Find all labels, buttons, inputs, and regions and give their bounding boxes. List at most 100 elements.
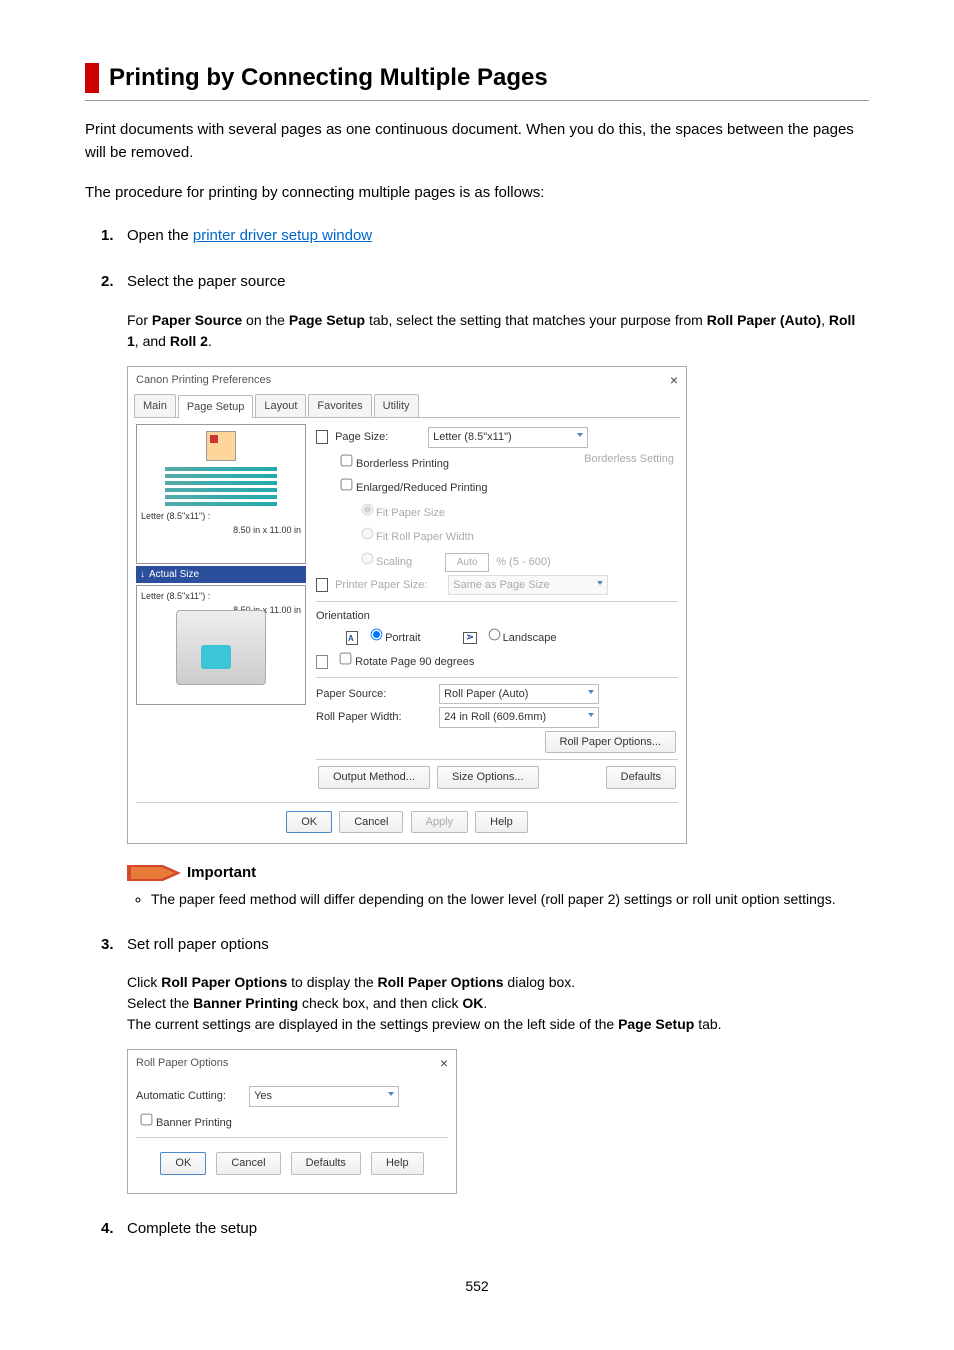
step-3: Set roll paper options Click Roll Paper …: [101, 934, 869, 1194]
s3l2a: Select the: [127, 995, 193, 1011]
enlarged-reduced-label: Enlarged/Reduced Printing: [356, 482, 487, 494]
step-1: Open the printer driver setup window: [101, 225, 869, 248]
fit-paper-size-label: Fit Paper Size: [376, 507, 445, 519]
rotate90-label: Rotate Page 90 degrees: [355, 656, 474, 668]
important-block: Important The paper feed method will dif…: [127, 862, 869, 910]
s3l1b2: Roll Paper Options: [378, 974, 504, 990]
apply-button: Apply: [411, 811, 469, 834]
banner-printing-label: Banner Printing: [156, 1117, 232, 1129]
close-icon[interactable]: ×: [440, 1053, 448, 1074]
tab-favorites[interactable]: Favorites: [308, 394, 371, 418]
banner-printing-checkbox[interactable]: [141, 1113, 153, 1125]
tab-main[interactable]: Main: [134, 394, 176, 418]
page-size-icon: [316, 430, 328, 444]
s3l2b1: Banner Printing: [193, 995, 298, 1011]
borderless-setting-button: Borderless Setting: [584, 451, 674, 468]
size-options-button[interactable]: Size Options...: [437, 766, 539, 789]
fit-roll-width-label: Fit Roll Paper Width: [376, 531, 474, 543]
important-note: The paper feed method will differ depend…: [151, 889, 869, 910]
preview-bottom: Letter (8.5"x11") : 8.50 in x 11.00 in: [136, 585, 306, 705]
s3l1a: Click: [127, 974, 161, 990]
borderless-printing-checkbox[interactable]: [341, 454, 353, 466]
step-2-b3: Roll Paper (Auto): [707, 312, 821, 328]
printing-preferences-dialog: Canon Printing Preferences × Main Page S…: [127, 366, 687, 845]
important-icon: [127, 865, 181, 881]
s3l2c: .: [483, 995, 487, 1011]
tab-page-setup[interactable]: Page Setup: [178, 395, 254, 419]
scaling-radio: [362, 552, 374, 564]
defaults-button[interactable]: Defaults: [606, 766, 676, 789]
rpo-help-button[interactable]: Help: [371, 1152, 424, 1175]
s3l3b1: Page Setup: [618, 1016, 694, 1032]
intro-2: The procedure for printing by connecting…: [85, 182, 869, 205]
rpo-defaults-button[interactable]: Defaults: [291, 1152, 361, 1175]
fit-roll-width-radio: [362, 528, 374, 540]
printer-paper-size-label: Printer Paper Size:: [335, 577, 445, 594]
close-icon[interactable]: ×: [670, 370, 678, 391]
step-3-title: Set roll paper options: [127, 936, 269, 953]
s3l3a: The current settings are displayed in th…: [127, 1016, 618, 1032]
step-2-body-c: tab, select the setting that matches you…: [365, 312, 707, 328]
enlarged-reduced-checkbox[interactable]: [341, 479, 353, 491]
dialog-title: Canon Printing Preferences: [136, 372, 271, 389]
roll-width-select[interactable]: 24 in Roll (609.6mm): [439, 707, 599, 728]
landscape-radio[interactable]: [488, 628, 500, 640]
output-method-button[interactable]: Output Method...: [318, 766, 430, 789]
s3l1b1: Roll Paper Options: [161, 974, 287, 990]
intro-1: Print documents with several pages as on…: [85, 119, 869, 164]
ok-button[interactable]: OK: [286, 811, 332, 834]
borderless-printing-label: Borderless Printing: [356, 458, 449, 470]
step-2-b5: Roll 2: [170, 333, 208, 349]
preview-top: Letter (8.5"x11") : 8.50 in x 11.00 in: [136, 424, 306, 564]
auto-cutting-select[interactable]: Yes: [249, 1086, 399, 1107]
step-2-body-f: .: [208, 333, 212, 349]
paper-source-select[interactable]: Roll Paper (Auto): [439, 684, 599, 705]
portrait-label: Portrait: [385, 632, 420, 644]
printer-paper-size-icon: [316, 578, 328, 592]
actual-size-label: Actual Size: [136, 566, 306, 583]
scaling-value: Auto: [445, 553, 489, 572]
page-number: 552: [85, 1276, 869, 1297]
step-1-pre: Open the: [127, 227, 193, 244]
step-4-title: Complete the setup: [127, 1220, 257, 1237]
tab-utility[interactable]: Utility: [374, 394, 419, 418]
rotate90-icon: [316, 655, 328, 669]
rpo-cancel-button[interactable]: Cancel: [216, 1152, 280, 1175]
important-label: Important: [187, 862, 256, 885]
portrait-radio[interactable]: [371, 628, 383, 640]
s3l2b: check box, and then click: [298, 995, 462, 1011]
heading-text: Printing by Connecting Multiple Pages: [109, 60, 548, 96]
s3l1d: dialog box.: [504, 974, 576, 990]
page-heading: Printing by Connecting Multiple Pages: [85, 60, 869, 101]
page-size-label: Page Size:: [335, 429, 425, 446]
help-button[interactable]: Help: [475, 811, 528, 834]
printer-driver-setup-link[interactable]: printer driver setup window: [193, 227, 372, 244]
cancel-button[interactable]: Cancel: [339, 811, 403, 834]
step-2-body-d: ,: [821, 312, 829, 328]
step-2-body-b: on the: [242, 312, 289, 328]
s3l2b2: OK: [462, 995, 483, 1011]
heading-accent: [85, 63, 99, 93]
portrait-icon: [346, 631, 358, 645]
rpo-ok-button[interactable]: OK: [160, 1152, 206, 1175]
page-size-select[interactable]: Letter (8.5"x11"): [428, 427, 588, 448]
rotate90-checkbox[interactable]: [340, 653, 352, 665]
landscape-icon: [463, 632, 477, 644]
roll-paper-options-dialog: Roll Paper Options × Automatic Cutting: …: [127, 1049, 457, 1194]
step-2-body-e: , and: [135, 333, 170, 349]
paper-source-label: Paper Source:: [316, 686, 436, 703]
fit-paper-size-radio: [362, 503, 374, 515]
scaling-hint: % (5 - 600): [496, 556, 550, 568]
tab-layout[interactable]: Layout: [255, 394, 306, 418]
s3l3b: tab.: [694, 1016, 721, 1032]
step-2-body-a: For: [127, 312, 152, 328]
step-4: Complete the setup: [101, 1218, 869, 1241]
s3l1c: to display the: [287, 974, 377, 990]
step-2-title: Select the paper source: [127, 273, 285, 290]
preview2-label: Letter (8.5"x11") :: [141, 591, 210, 601]
landscape-label: Landscape: [503, 632, 557, 644]
orientation-label: Orientation: [316, 610, 370, 622]
roll-paper-options-button[interactable]: Roll Paper Options...: [545, 731, 677, 754]
step-2-b1: Paper Source: [152, 312, 242, 328]
scaling-label: Scaling: [376, 556, 412, 568]
